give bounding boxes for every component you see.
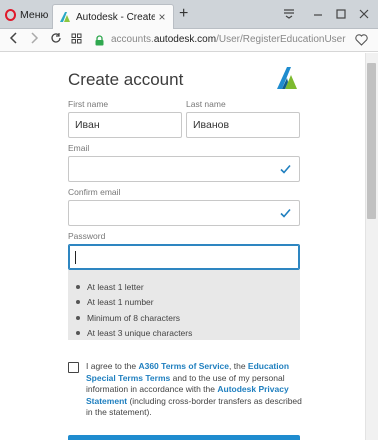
first-name-input[interactable]: Иван [68, 112, 182, 138]
bullet-icon [76, 331, 80, 336]
tab-menu-icon[interactable] [281, 6, 297, 22]
email-input[interactable] [68, 156, 300, 182]
page-content: Create account First name Иван Last name… [0, 53, 365, 440]
checkmark-icon [280, 164, 291, 174]
checkmark-icon [280, 208, 291, 218]
text-caret [75, 250, 76, 264]
last-name-label: Last name [186, 99, 226, 109]
last-name-value: Иванов [193, 119, 230, 131]
bullet-icon [76, 300, 80, 305]
maximize-icon[interactable] [333, 6, 349, 22]
back-icon[interactable] [6, 32, 22, 48]
requirement-item: At least 1 letter [76, 279, 300, 295]
requirement-item: At least 3 unique characters [76, 326, 300, 342]
tabs-grid-icon[interactable] [68, 32, 84, 48]
password-label: Password [68, 231, 106, 241]
requirement-text: Minimum of 8 characters [87, 312, 181, 323]
agree-text-1: I agree to the [86, 361, 139, 371]
first-name-label: First name [68, 99, 109, 109]
page-title: Create account [68, 70, 184, 89]
requirement-item: At least 1 number [76, 295, 300, 311]
url-path: /User/RegisterEducationUser [216, 34, 346, 45]
menu-label: Меню [20, 9, 49, 21]
url-prefix: accounts. [111, 34, 154, 45]
address-bar: accounts.autodesk.com/User/RegisterEduca… [0, 29, 378, 52]
email-label: Email [68, 143, 90, 153]
browser-tab[interactable]: Autodesk - Create Account × [52, 4, 174, 29]
forward-icon[interactable] [26, 32, 42, 48]
minimize-icon[interactable] [310, 6, 326, 22]
password-requirements: At least 1 letter At least 1 number Mini… [68, 270, 300, 340]
requirement-text: At least 3 unique characters [87, 328, 193, 339]
opera-icon [5, 9, 16, 21]
terms-agreement-text: I agree to the A360 Terms of Service, th… [86, 361, 308, 419]
tab-close-icon[interactable]: × [155, 11, 169, 23]
new-tab-button[interactable]: + [179, 6, 188, 22]
agree-checkbox[interactable] [68, 362, 79, 373]
agree-text-2: , the [229, 361, 248, 371]
scrollbar-thumb[interactable] [367, 63, 376, 219]
bullet-icon [76, 315, 80, 320]
close-window-icon[interactable] [356, 6, 372, 22]
confirm-email-label: Confirm email [68, 187, 121, 197]
opera-menu-button[interactable]: Меню [5, 7, 48, 23]
last-name-input[interactable]: Иванов [186, 112, 300, 138]
heart-icon[interactable] [355, 34, 368, 46]
autodesk-favicon [60, 12, 70, 22]
first-name-value: Иван [75, 119, 100, 131]
reload-icon[interactable] [48, 32, 64, 48]
tab-title: Autodesk - Create Account [76, 11, 155, 23]
password-input[interactable] [68, 244, 300, 270]
a360-terms-link[interactable]: A360 Terms of Service [138, 361, 229, 371]
requirement-item: Minimum of 8 characters [76, 310, 300, 326]
confirm-email-input[interactable] [68, 200, 300, 226]
requirement-text: At least 1 number [87, 297, 154, 308]
create-account-button[interactable] [68, 435, 300, 440]
browser-titlebar: Меню Autodesk - Create Account × + [0, 0, 378, 29]
lock-icon [95, 35, 104, 46]
autodesk-logo [277, 67, 297, 89]
bullet-icon [76, 284, 80, 289]
url-domain: autodesk.com [153, 34, 217, 45]
requirement-text: At least 1 letter [87, 281, 144, 292]
url-field[interactable]: accounts.autodesk.com/User/RegisterEduca… [111, 34, 346, 45]
